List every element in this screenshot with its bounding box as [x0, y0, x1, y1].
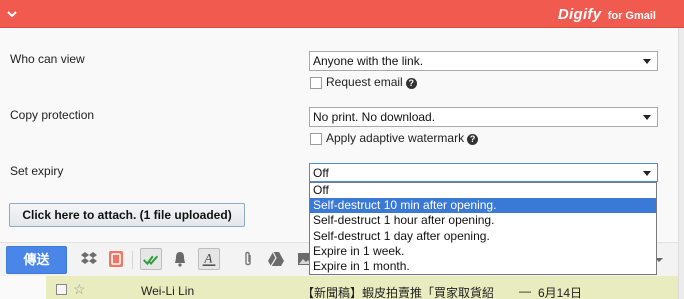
digify-logo: Digify for Gmail — [558, 6, 656, 23]
compose-window: { "header": { "brand": "Digify", "brand_… — [0, 0, 684, 299]
expiry-option[interactable]: Expire in 1 week. — [310, 244, 656, 259]
row-separator: — — [519, 284, 531, 298]
window-edge — [678, 28, 684, 299]
expiry-option-highlighted[interactable]: Self-destruct 10 min after opening. — [310, 198, 656, 214]
paperclip-icon[interactable] — [239, 250, 257, 268]
expiry-option[interactable]: Self-destruct 1 hour after opening. — [310, 213, 656, 228]
expiry-option[interactable]: Expire in 1 month. — [310, 259, 656, 274]
set-expiry-label: Set expiry — [10, 164, 64, 178]
expiry-option[interactable]: Self-destruct 1 day after opening. — [310, 229, 656, 244]
copy-protection-label: Copy protection — [10, 108, 95, 122]
row-subject: 【新聞稿】蝦皮拍賣推「買家取貨紹 — [302, 286, 495, 299]
dropdown-arrow-icon — [643, 171, 651, 176]
row-sender: Wei-Li Lin — [141, 284, 195, 298]
dropdown-arrow-icon — [643, 59, 651, 64]
send-button[interactable]: 傳送 — [6, 246, 67, 274]
expiry-option[interactable]: Off — [310, 183, 656, 198]
svg-text:A: A — [203, 252, 212, 266]
help-icon[interactable]: ? — [405, 78, 417, 89]
who-can-view-label: Who can view — [10, 52, 85, 66]
toolbar-divider — [132, 251, 133, 269]
dropdown-arrow-icon — [643, 115, 651, 120]
digify-header: Digify for Gmail — [0, 0, 684, 28]
dropbox-icon[interactable] — [80, 250, 98, 268]
brand-suffix: for Gmail — [607, 10, 656, 22]
attach-button[interactable]: Click here to attach. (1 file uploaded) — [9, 203, 245, 227]
request-email-label: Request email? — [326, 75, 417, 89]
star-icon[interactable]: ☆ — [73, 281, 86, 298]
copy-protection-value: No print. No download. — [313, 110, 436, 124]
brand-name: Digify — [557, 6, 602, 23]
set-expiry-select[interactable]: Off — [309, 163, 658, 182]
request-email-checkbox[interactable] — [310, 77, 322, 89]
request-email-text: Request email — [326, 75, 403, 89]
drive-icon[interactable] — [267, 250, 285, 268]
row-checkbox[interactable] — [56, 284, 67, 295]
inbox-row[interactable]: ☆ Wei-Li Lin 【新聞稿】蝦皮拍賣推「買家取貨紹 — 6月14日 — [46, 276, 678, 299]
who-can-view-value: Anyone with the link. — [313, 54, 424, 68]
adaptive-watermark-text: Apply adaptive watermark — [326, 131, 465, 145]
text-format-icon[interactable]: A — [198, 248, 220, 270]
adaptive-watermark-checkbox[interactable] — [310, 133, 322, 145]
set-expiry-value: Off — [313, 166, 329, 180]
expiry-options-list[interactable]: Off Self-destruct 10 min after opening. … — [309, 182, 657, 275]
chevron-down-icon[interactable] — [6, 8, 18, 20]
copy-protection-select[interactable]: No print. No download. — [309, 107, 658, 127]
who-can-view-select[interactable]: Anyone with the link. — [309, 51, 658, 71]
attachment-badge-icon[interactable] — [107, 250, 125, 268]
adaptive-watermark-label: Apply adaptive watermark? — [326, 131, 479, 145]
bell-icon[interactable] — [171, 250, 189, 268]
row-date: 6月14日 — [538, 286, 583, 299]
double-check-icon[interactable] — [140, 248, 162, 270]
help-icon[interactable]: ? — [467, 134, 479, 145]
